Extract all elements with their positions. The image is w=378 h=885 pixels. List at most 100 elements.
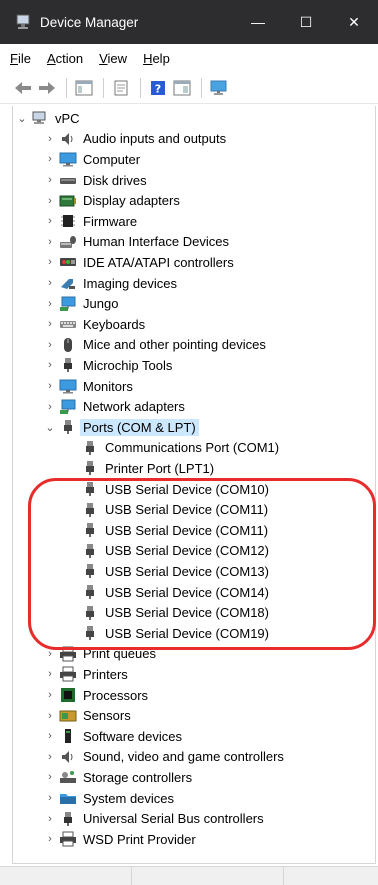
tree-port-device[interactable]: Printer Port (LPT1): [65, 458, 214, 479]
minimize-button[interactable]: —: [234, 0, 282, 44]
expand-chevron-icon[interactable]: ›: [43, 339, 57, 351]
expand-chevron-icon[interactable]: ›: [43, 153, 57, 165]
tree-category[interactable]: › Imaging devices: [43, 273, 177, 294]
maximize-button[interactable]: ☐: [282, 0, 330, 44]
expand-chevron-icon[interactable]: ›: [43, 277, 57, 289]
properties-button[interactable]: [110, 78, 132, 98]
menu-view[interactable]: View: [91, 51, 135, 66]
tree-category[interactable]: › Sound, video and game controllers: [43, 747, 284, 768]
printer-icon: [59, 666, 77, 682]
tree-category-label: Microchip Tools: [83, 357, 173, 373]
collapse-chevron-icon[interactable]: ⌄: [15, 112, 29, 125]
back-button[interactable]: [12, 78, 34, 98]
tree-category[interactable]: › Monitors: [43, 376, 133, 397]
tree-category[interactable]: › Mice and other pointing devices: [43, 335, 266, 356]
window-title: Device Manager: [40, 14, 139, 30]
tree-port-device[interactable]: USB Serial Device (COM14): [65, 582, 269, 603]
tree-category-label: Firmware: [83, 213, 138, 229]
status-bar: [0, 866, 378, 885]
tree-port-device[interactable]: USB Serial Device (COM10): [65, 479, 269, 500]
close-button[interactable]: ✕: [330, 0, 378, 44]
device-tree-pane[interactable]: ⌄ vPC › Audio inputs and outputs › Computer › D…: [12, 106, 376, 864]
tree-category[interactable]: › Human Interface Devices: [43, 232, 229, 253]
expand-chevron-icon[interactable]: ›: [43, 215, 57, 227]
tree-category-ports[interactable]: ⌄ Ports (COM & LPT): [43, 417, 199, 438]
expand-chevron-icon[interactable]: ›: [43, 813, 57, 825]
tree-category[interactable]: › Storage controllers: [43, 767, 192, 788]
tree-category[interactable]: › Display adapters: [43, 190, 180, 211]
expand-chevron-icon[interactable]: ›: [43, 751, 57, 763]
tree-category-label: Monitors: [83, 378, 133, 394]
tree-category[interactable]: › Computer: [43, 149, 140, 170]
expand-chevron-icon[interactable]: ›: [43, 730, 57, 742]
tree-port-device[interactable]: USB Serial Device (COM12): [65, 541, 269, 562]
menu-action[interactable]: Action: [39, 51, 91, 66]
toolbar: ?: [0, 72, 378, 104]
status-cell: [132, 867, 284, 885]
tree-category[interactable]: › Firmware: [43, 211, 137, 232]
tree-port-device-label: Communications Port (COM1): [105, 440, 280, 456]
tree-category[interactable]: › Jungo: [43, 293, 118, 314]
expand-chevron-icon[interactable]: ›: [43, 380, 57, 392]
menu-file[interactable]: File: [0, 51, 39, 66]
expand-chevron-icon[interactable]: ›: [43, 771, 57, 783]
expand-chevron-icon[interactable]: ›: [43, 174, 57, 186]
tree-category-label: Computer: [83, 151, 141, 167]
expand-chevron-icon[interactable]: ›: [43, 133, 57, 145]
expand-chevron-icon[interactable]: ›: [43, 689, 57, 701]
console-tree-icon: [75, 80, 93, 95]
expand-chevron-icon[interactable]: ›: [43, 710, 57, 722]
tree-category[interactable]: › Software devices: [43, 726, 182, 747]
expand-chevron-icon[interactable]: ›: [43, 648, 57, 660]
expand-chevron-icon[interactable]: ›: [43, 318, 57, 330]
expand-chevron-icon[interactable]: ›: [43, 298, 57, 310]
tree-category[interactable]: › Network adapters: [43, 396, 185, 417]
expand-chevron-icon[interactable]: ›: [43, 401, 57, 413]
expand-chevron-icon[interactable]: ›: [43, 359, 57, 371]
expand-chevron-icon[interactable]: ›: [43, 236, 57, 248]
printer-icon: [59, 831, 77, 847]
action-pane-icon: [173, 80, 191, 95]
tree-category[interactable]: › Universal Serial Bus controllers: [43, 808, 263, 829]
status-cell: [0, 867, 132, 885]
port-icon: [81, 543, 99, 559]
action-pane-button[interactable]: [171, 78, 193, 98]
tree-port-device-label: USB Serial Device (COM12): [105, 543, 269, 559]
tree-port-device[interactable]: USB Serial Device (COM13): [65, 561, 269, 582]
tree-category[interactable]: › IDE ATA/ATAPI controllers: [43, 252, 234, 273]
expand-chevron-icon[interactable]: ›: [43, 792, 57, 804]
expand-chevron-icon[interactable]: ›: [43, 195, 57, 207]
help-button[interactable]: ?: [147, 78, 169, 98]
tree-port-device[interactable]: Communications Port (COM1): [65, 438, 279, 459]
tree-category[interactable]: › Microchip Tools: [43, 355, 172, 376]
scan-hardware-button[interactable]: [208, 78, 230, 98]
tree-category[interactable]: › WSD Print Provider: [43, 829, 196, 850]
show-hide-console-tree-button[interactable]: [73, 78, 95, 98]
status-cell: [284, 867, 378, 885]
back-arrow-icon: [15, 81, 31, 94]
tree-port-device[interactable]: USB Serial Device (COM11): [65, 499, 268, 520]
tree-category[interactable]: › Keyboards: [43, 314, 145, 335]
tree-category[interactable]: › Printers: [43, 664, 128, 685]
expand-chevron-icon[interactable]: ›: [43, 668, 57, 680]
tree-port-device[interactable]: USB Serial Device (COM11): [65, 520, 268, 541]
tree-category[interactable]: › Sensors: [43, 705, 131, 726]
tree-category[interactable]: › Print queues: [43, 644, 156, 665]
collapse-chevron-icon[interactable]: ⌄: [43, 421, 57, 434]
expand-chevron-icon[interactable]: ›: [43, 256, 57, 268]
menu-help[interactable]: Help: [135, 51, 178, 66]
expand-chevron-icon[interactable]: ›: [43, 833, 57, 845]
tree-category[interactable]: › Processors: [43, 685, 148, 706]
tree-port-device[interactable]: USB Serial Device (COM19): [65, 623, 269, 644]
tree-category[interactable]: › System devices: [43, 788, 174, 809]
tree-root-vpc[interactable]: ⌄ vPC: [15, 108, 79, 129]
tree-category[interactable]: › Audio inputs and outputs: [43, 129, 226, 150]
tree-category[interactable]: › Disk drives: [43, 170, 146, 191]
forward-button[interactable]: [36, 78, 58, 98]
tree-category-label: Keyboards: [83, 316, 146, 332]
tree-category-label: Print queues: [83, 646, 156, 662]
toolbar-separator: [66, 77, 67, 98]
network-icon: [59, 399, 77, 415]
folder-icon: [59, 790, 77, 806]
tree-port-device[interactable]: USB Serial Device (COM18): [65, 602, 269, 623]
